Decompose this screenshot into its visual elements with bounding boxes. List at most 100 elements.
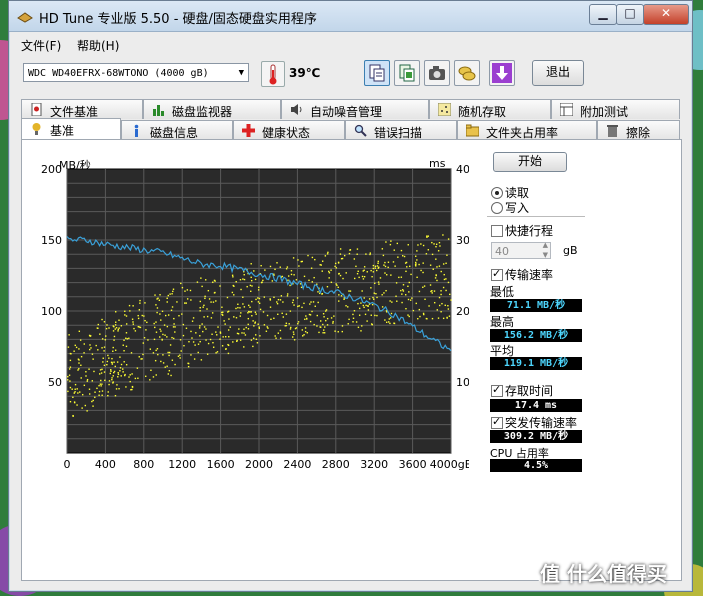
access-time-point: [186, 289, 189, 291]
minimize-button[interactable]: ▁: [589, 4, 617, 25]
access-time-checkbox[interactable]: [491, 383, 503, 397]
write-radio[interactable]: [491, 202, 503, 214]
access-time-point: [430, 290, 432, 293]
access-time-point: [69, 380, 71, 382]
access-time-point: [292, 336, 294, 338]
tab-folder-usage[interactable]: 文件夹占用率: [457, 120, 597, 140]
access-time-point: [210, 317, 213, 319]
tab-erase[interactable]: 擦除: [597, 120, 680, 140]
options-button[interactable]: [454, 60, 480, 86]
access-time-point: [443, 278, 446, 281]
tab-error-scan[interactable]: 错误扫描: [345, 120, 457, 140]
access-time-point: [378, 283, 380, 285]
access-time-point: [360, 330, 362, 332]
menu-file[interactable]: 文件(F): [21, 37, 61, 54]
access-time-point: [250, 279, 253, 282]
access-time-point: [159, 336, 161, 338]
access-time-point: [325, 309, 328, 311]
drive-select[interactable]: WDC WD40EFRX-68WTONO (4000 gB) ▼: [23, 63, 249, 82]
access-time-point: [233, 316, 235, 318]
short-stroke-input[interactable]: 40 ▲ ▼: [491, 240, 551, 260]
access-time-point: [424, 298, 426, 301]
access-time-point: [174, 326, 176, 328]
access-time-point: [181, 313, 183, 315]
access-time-point: [441, 302, 443, 305]
access-time-point: [447, 308, 450, 310]
tab-health[interactable]: 健康状态: [233, 120, 345, 140]
transfer-rate-checkbox[interactable]: [491, 267, 503, 281]
access-time-point: [131, 388, 133, 391]
access-time-point: [440, 293, 442, 296]
access-time-point: [190, 330, 192, 333]
access-time-point: [273, 317, 275, 320]
access-time-point: [326, 285, 329, 288]
tab-extra-tests[interactable]: 附加测试: [551, 99, 680, 119]
tab-file-benchmark[interactable]: 文件基准: [21, 99, 143, 119]
access-time-point: [337, 331, 339, 333]
access-time-point: [80, 377, 82, 379]
access-time-point: [266, 326, 268, 328]
access-time-point: [319, 264, 321, 266]
short-stroke-checkbox[interactable]: [491, 225, 503, 237]
access-time-point: [446, 317, 448, 319]
access-time-point: [358, 307, 361, 310]
access-time-point: [277, 332, 279, 334]
access-time-point: [216, 334, 218, 336]
copy-text-button[interactable]: [364, 60, 390, 86]
spinner-arrows-icon[interactable]: ▲ ▼: [543, 240, 548, 260]
access-time-point: [98, 394, 100, 396]
access-time-point: [433, 290, 436, 292]
access-time-point: [336, 284, 338, 286]
access-time-point: [251, 285, 253, 287]
access-time-point: [85, 375, 87, 377]
access-time-point: [99, 373, 101, 375]
tab-aam[interactable]: 自动噪音管理: [281, 99, 429, 119]
access-time-point: [103, 371, 106, 373]
access-time-point: [431, 317, 434, 320]
access-time-point: [89, 344, 91, 346]
access-time-point: [390, 312, 393, 315]
access-time-point: [221, 345, 224, 347]
tab-disk-monitor[interactable]: 磁盘监视器: [143, 99, 281, 119]
access-time-point: [301, 335, 304, 337]
access-time-point: [273, 296, 275, 298]
access-time-point: [382, 254, 385, 257]
tab-disk-info[interactable]: 磁盘信息: [121, 120, 233, 140]
read-radio[interactable]: [491, 187, 503, 199]
access-time-point: [373, 292, 375, 294]
access-time-point: [258, 297, 261, 300]
menu-help[interactable]: 帮助(H): [77, 37, 119, 54]
exit-button[interactable]: 退出: [532, 60, 584, 86]
close-button[interactable]: ✕: [643, 4, 689, 25]
access-time-point: [323, 316, 325, 318]
tab-random-access[interactable]: 随机存取: [429, 99, 551, 119]
access-time-point: [405, 270, 407, 273]
access-time-point: [293, 339, 296, 341]
access-time-point: [290, 326, 292, 329]
start-button[interactable]: 开始: [493, 152, 567, 172]
maximize-button[interactable]: □: [616, 4, 644, 25]
access-time-point: [269, 306, 272, 308]
burst-rate-checkbox[interactable]: [491, 415, 503, 429]
access-time-point: [83, 343, 85, 345]
screenshot-button[interactable]: [424, 60, 450, 86]
access-time-point: [447, 281, 450, 284]
copy-screenshot-button[interactable]: [394, 60, 420, 86]
access-time-point: [166, 325, 169, 328]
access-time-point: [266, 314, 269, 317]
title-bar[interactable]: HD Tune 专业版 5.50 - 硬盘/固态硬盘实用程序 ▁ □ ✕: [9, 1, 692, 32]
access-time-point: [357, 270, 359, 273]
access-time-point: [80, 355, 83, 358]
access-time-point: [416, 250, 418, 252]
save-button[interactable]: [489, 60, 515, 86]
access-time-point: [199, 325, 201, 327]
access-time-point: [282, 316, 284, 318]
toolbar: WDC WD40EFRX-68WTONO (4000 gB) ▼ 39℃ 退出: [9, 57, 692, 91]
access-time-point: [249, 284, 252, 287]
access-time-point: [406, 266, 408, 268]
access-time-point: [105, 327, 108, 330]
access-time-point: [182, 323, 185, 326]
access-time-point: [348, 252, 351, 255]
tab-benchmark[interactable]: 基准: [21, 118, 121, 140]
access-time-point: [88, 388, 91, 390]
